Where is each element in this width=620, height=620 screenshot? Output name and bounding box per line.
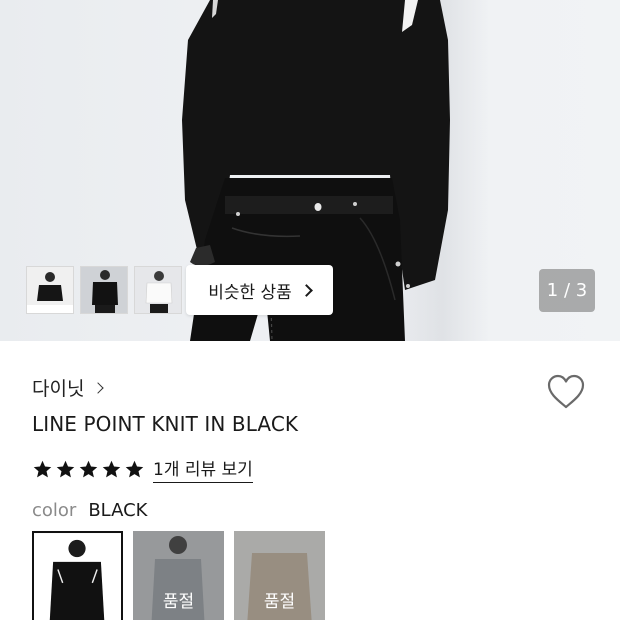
similar-products-button[interactable]: 비슷한 상품 xyxy=(186,265,333,315)
thumbnail-2[interactable] xyxy=(80,266,128,314)
star-icon xyxy=(125,460,144,477)
thumbnail-1[interactable] xyxy=(26,266,74,314)
color-swatch-grey[interactable]: 품절 xyxy=(133,531,224,620)
color-swatch-black[interactable] xyxy=(32,531,123,620)
brand-link[interactable]: 다이닛 xyxy=(32,374,105,401)
chevron-right-icon xyxy=(299,283,313,297)
chevron-right-icon xyxy=(92,381,105,394)
soldout-label: 품절 xyxy=(263,592,296,612)
star-icon xyxy=(56,460,75,477)
star-icon xyxy=(33,460,52,477)
thumbnail-strip xyxy=(26,266,182,314)
product-hero-image[interactable]: 비슷한 상품 1 / 3 xyxy=(0,0,620,341)
rating-row: 1개 리뷰 보기 xyxy=(32,455,253,483)
image-counter: 1 / 3 xyxy=(539,269,595,312)
thumbnail-3[interactable] xyxy=(134,266,182,314)
color-swatch-beige[interactable]: 품절 xyxy=(234,531,325,620)
heart-icon[interactable] xyxy=(545,372,587,412)
color-label: color xyxy=(32,500,77,521)
star-rating xyxy=(32,459,145,480)
color-row: color BLACK xyxy=(32,500,148,521)
color-value: BLACK xyxy=(88,500,148,521)
soldout-label: 품절 xyxy=(162,592,195,612)
similar-products-label: 비슷한 상품 xyxy=(208,282,292,303)
star-icon xyxy=(79,460,98,477)
color-swatches: 품절 품절 xyxy=(32,531,325,620)
brand-name: 다이닛 xyxy=(32,378,85,400)
product-title: LINE POINT KNIT IN BLACK xyxy=(32,412,299,436)
swatch-black-image xyxy=(34,533,121,620)
review-link[interactable]: 1개 리뷰 보기 xyxy=(153,455,253,483)
star-icon xyxy=(102,460,121,477)
